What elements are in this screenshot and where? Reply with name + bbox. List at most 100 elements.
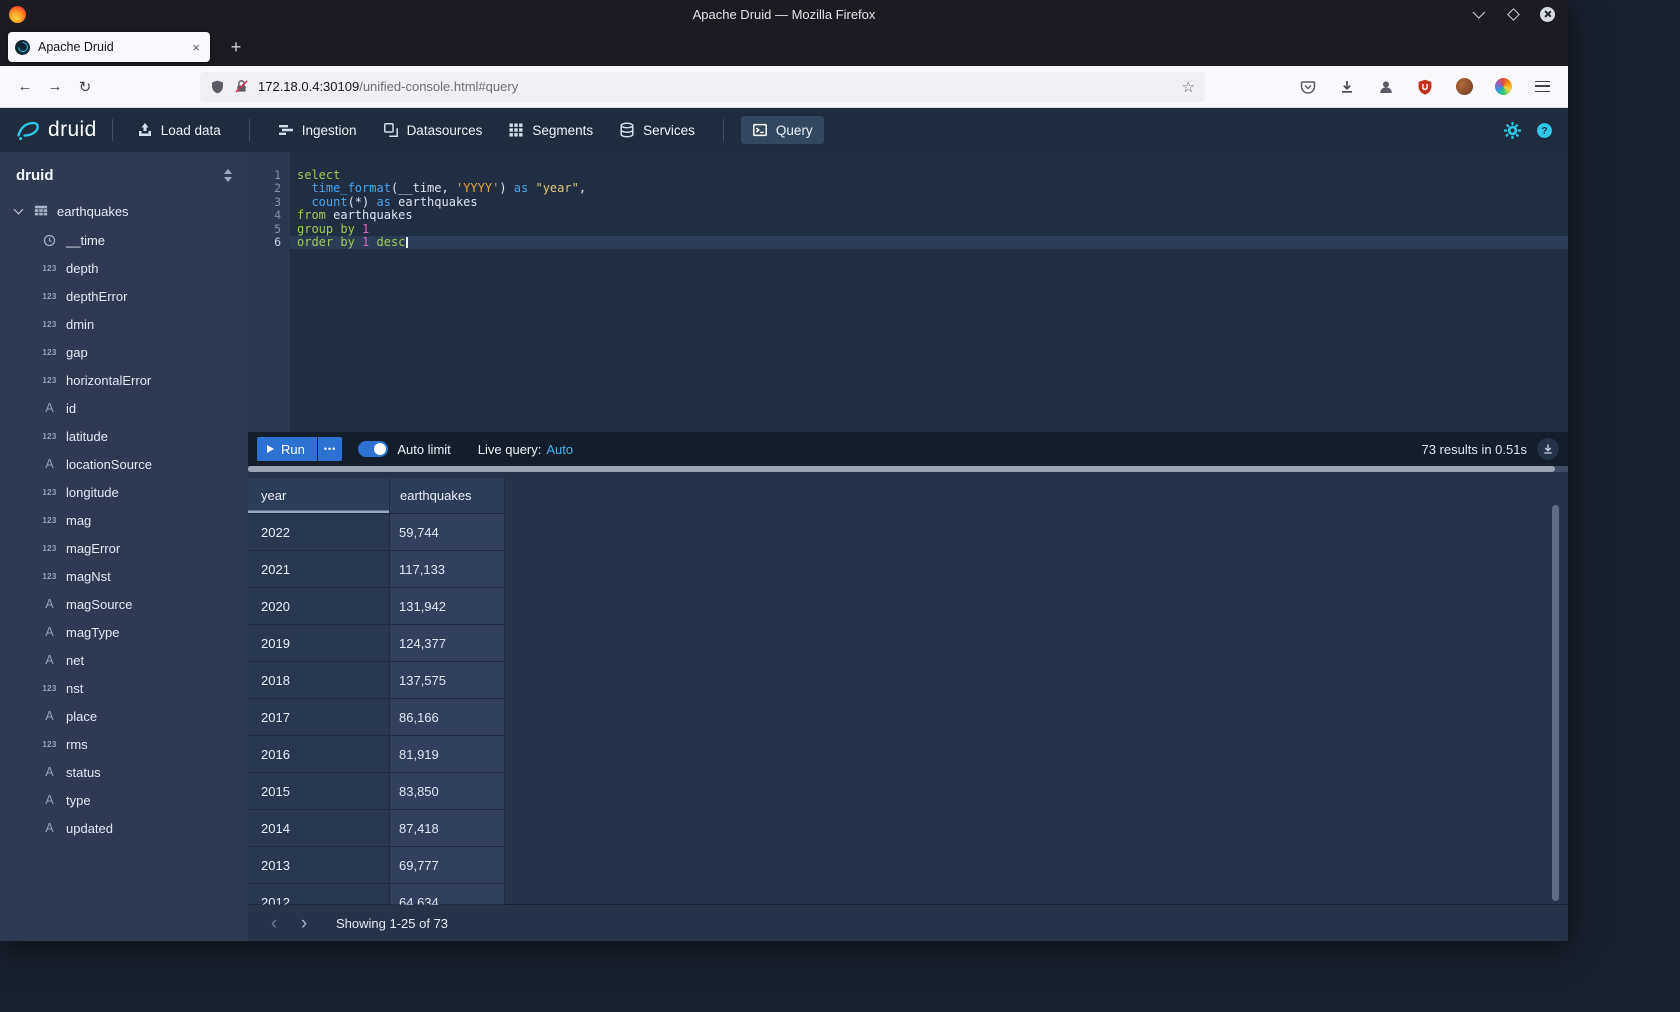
live-query-value[interactable]: Auto <box>546 442 573 457</box>
auto-limit-toggle[interactable] <box>358 441 388 457</box>
query-editor[interactable]: 123456 select time_format(__time, 'YYYY'… <box>248 152 1568 432</box>
forward-button[interactable]: → <box>40 72 70 102</box>
nav-datasources[interactable]: Datasources <box>372 116 494 144</box>
cell-earthquakes[interactable]: 59,744 <box>390 514 505 551</box>
url-bar[interactable]: 172.18.0.4:30109/unified-console.html#qu… <box>200 72 1205 102</box>
sidebar-column-latitude[interactable]: 123latitude <box>0 422 248 450</box>
extension-icon[interactable] <box>1450 73 1478 101</box>
back-button[interactable]: ← <box>10 72 40 102</box>
tab-close-icon[interactable]: × <box>189 40 203 55</box>
druid-logo-icon[interactable] <box>15 119 41 141</box>
sidebar-column-magError[interactable]: 123magError <box>0 534 248 562</box>
cell-year[interactable]: 2018 <box>248 662 390 699</box>
sidebar-column-depth[interactable]: 123depth <box>0 254 248 282</box>
account-icon[interactable] <box>1372 73 1400 101</box>
nav-segments[interactable]: Segments <box>497 116 604 144</box>
results-row[interactable]: 2020131,942 <box>248 588 1568 625</box>
results-column-earthquakes[interactable]: earthquakes <box>390 478 505 514</box>
cell-year[interactable]: 2019 <box>248 625 390 662</box>
results-column-year[interactable]: year <box>248 478 390 514</box>
cell-earthquakes[interactable]: 117,133 <box>390 551 505 588</box>
cell-year[interactable]: 2014 <box>248 810 390 847</box>
druid-brand[interactable]: druid <box>48 118 97 142</box>
cell-year[interactable]: 2017 <box>248 699 390 736</box>
sidebar-column-horizontalError[interactable]: 123horizontalError <box>0 366 248 394</box>
nav-services[interactable]: Services <box>608 116 706 144</box>
sort-columns-icon[interactable] <box>224 169 232 182</box>
cell-earthquakes[interactable]: 83,850 <box>390 773 505 810</box>
results-row[interactable]: 201264,634 <box>248 884 1568 905</box>
maximize-button[interactable] <box>1504 5 1522 23</box>
results-row[interactable]: 201786,166 <box>248 699 1568 736</box>
menu-icon[interactable] <box>1528 73 1556 101</box>
run-more-button[interactable]: ••• <box>318 437 342 461</box>
cell-earthquakes[interactable]: 69,777 <box>390 847 505 884</box>
cell-earthquakes[interactable]: 137,575 <box>390 662 505 699</box>
minimize-button[interactable] <box>1470 5 1488 23</box>
results-row[interactable]: 2018137,575 <box>248 662 1568 699</box>
sidebar-table-earthquakes[interactable]: earthquakes <box>0 196 248 226</box>
sidebar-column-locationSource[interactable]: AlocationSource <box>0 450 248 478</box>
sidebar-column-magNst[interactable]: 123magNst <box>0 562 248 590</box>
sidebar-column-mag[interactable]: 123mag <box>0 506 248 534</box>
results-row[interactable]: 201487,418 <box>248 810 1568 847</box>
sidebar-column-magType[interactable]: AmagType <box>0 618 248 646</box>
close-button[interactable] <box>1538 5 1556 23</box>
cell-earthquakes[interactable]: 86,166 <box>390 699 505 736</box>
help-icon[interactable]: ? <box>1536 122 1553 139</box>
tracking-shield-icon[interactable] <box>210 79 225 95</box>
browser-tab[interactable]: Apache Druid × <box>8 32 210 62</box>
cell-year[interactable]: 2015 <box>248 773 390 810</box>
nav-query[interactable]: Query <box>741 116 824 144</box>
pinwheel-extension-icon[interactable] <box>1489 73 1517 101</box>
results-row[interactable]: 202259,744 <box>248 514 1568 551</box>
code-line-5[interactable]: group by 1 <box>290 223 1568 236</box>
horizontal-scrollbar[interactable] <box>248 466 1568 472</box>
sidebar-column-place[interactable]: Aplace <box>0 702 248 730</box>
code-line-4[interactable]: from earthquakes <box>290 209 1568 222</box>
cell-earthquakes[interactable]: 124,377 <box>390 625 505 662</box>
cell-earthquakes[interactable]: 81,919 <box>390 736 505 773</box>
results-row[interactable]: 201369,777 <box>248 847 1568 884</box>
ublock-extension-icon[interactable] <box>1411 73 1439 101</box>
sidebar-column-net[interactable]: Anet <box>0 646 248 674</box>
horizontal-scrollbar-thumb[interactable] <box>248 466 1555 472</box>
sidebar-column-type[interactable]: Atype <box>0 786 248 814</box>
sidebar-column-dmin[interactable]: 123dmin <box>0 310 248 338</box>
code-line-3[interactable]: count(*) as earthquakes <box>290 196 1568 209</box>
sidebar-column-updated[interactable]: Aupdated <box>0 814 248 842</box>
sidebar-column-rms[interactable]: 123rms <box>0 730 248 758</box>
sidebar-column-id[interactable]: Aid <box>0 394 248 422</box>
code-line-1[interactable]: select <box>290 169 1568 182</box>
results-row[interactable]: 201583,850 <box>248 773 1568 810</box>
cell-year[interactable]: 2012 <box>248 884 390 905</box>
settings-gear-icon[interactable] <box>1504 122 1521 139</box>
sidebar-column-magSource[interactable]: AmagSource <box>0 590 248 618</box>
bookmark-star-icon[interactable]: ☆ <box>1182 78 1195 96</box>
cell-year[interactable]: 2013 <box>248 847 390 884</box>
code-line-2[interactable]: time_format(__time, 'YYYY') as "year", <box>290 182 1568 195</box>
editor-code[interactable]: select time_format(__time, 'YYYY') as "y… <box>290 152 1568 432</box>
sidebar-column-depthError[interactable]: 123depthError <box>0 282 248 310</box>
cell-year[interactable]: 2016 <box>248 736 390 773</box>
new-tab-button[interactable]: + <box>224 37 248 58</box>
results-row[interactable]: 201681,919 <box>248 736 1568 773</box>
prev-page-button[interactable]: ‹ <box>262 914 286 933</box>
vertical-scrollbar[interactable] <box>1552 505 1559 901</box>
next-page-button[interactable]: › <box>292 914 316 933</box>
cell-year[interactable]: 2021 <box>248 551 390 588</box>
run-button[interactable]: Run <box>257 437 317 461</box>
insecure-lock-icon[interactable] <box>234 79 249 94</box>
cell-earthquakes[interactable]: 131,942 <box>390 588 505 625</box>
download-results-icon[interactable] <box>1537 438 1559 460</box>
cell-earthquakes[interactable]: 64,634 <box>390 884 505 905</box>
cell-year[interactable]: 2022 <box>248 514 390 551</box>
results-row[interactable]: 2019124,377 <box>248 625 1568 662</box>
sidebar-column-longitude[interactable]: 123longitude <box>0 478 248 506</box>
results-row[interactable]: 2021117,133 <box>248 551 1568 588</box>
sidebar-column-__time[interactable]: __time <box>0 226 248 254</box>
nav-ingestion[interactable]: Ingestion <box>267 116 368 144</box>
code-line-6[interactable]: order by 1 desc <box>290 236 1568 249</box>
cell-earthquakes[interactable]: 87,418 <box>390 810 505 847</box>
sidebar-column-nst[interactable]: 123nst <box>0 674 248 702</box>
